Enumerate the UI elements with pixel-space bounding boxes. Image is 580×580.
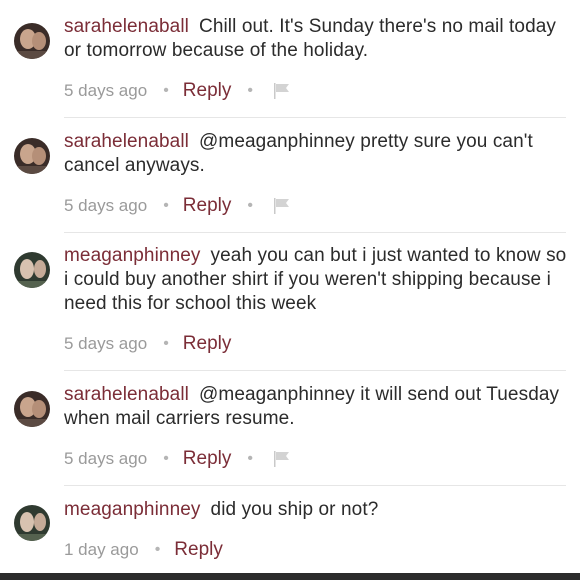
flag-icon[interactable] [273,83,291,99]
flag-icon[interactable] [273,198,291,214]
comment-username[interactable]: sarahelenaball [64,384,189,405]
separator-dot: • [163,450,169,467]
comment-divider [64,485,566,486]
reply-button[interactable]: Reply [183,195,232,217]
user-avatar[interactable] [14,391,50,427]
separator-dot: • [247,197,253,214]
comment-divider [64,117,566,118]
comment-meta: 5 days ago • Reply • [64,194,291,218]
comment-text: did you ship or not? [210,499,379,520]
comment-timestamp: 5 days ago [64,449,148,468]
user-avatar[interactable] [14,23,50,59]
comment-username[interactable]: sarahelenaball [64,16,189,37]
comment-timestamp: 5 days ago [64,334,148,353]
separator-dot: • [154,541,161,558]
comment-body: sarahelenaball Chill out. It's Sunday the… [64,15,570,63]
comment-timestamp: 5 days ago [64,196,148,215]
comment-username[interactable]: meaganphinney [64,245,201,266]
reply-button[interactable]: Reply [174,539,223,561]
separator-dot: • [247,82,253,99]
avatar-image-icon [14,252,50,288]
comment-meta: 5 days ago • Reply [64,332,231,356]
comment-meta: 5 days ago • Reply • [64,447,291,471]
comment-meta: 5 days ago • Reply • [64,79,291,103]
comment-divider [64,370,566,371]
separator-dot: • [163,82,169,99]
reply-button[interactable]: Reply [183,333,232,355]
comment-timestamp: 1 day ago [64,540,139,559]
user-avatar[interactable] [14,505,50,541]
bottom-edge-bar [0,573,580,580]
user-avatar[interactable] [14,252,50,288]
flag-icon[interactable] [273,451,291,467]
avatar-image-icon [14,138,50,174]
separator-dot: • [247,450,253,467]
comment-body: meaganphinney yeah you can but i just wan… [64,244,570,316]
comment-meta: 1 day ago • Reply [64,538,223,562]
comment-username[interactable]: sarahelenaball [64,131,189,152]
comment-username[interactable]: meaganphinney [64,499,201,520]
separator-dot: • [163,335,169,352]
reply-button[interactable]: Reply [183,80,232,102]
comment-body: sarahelenaball @meaganphinney pretty sure… [64,130,570,178]
user-avatar[interactable] [14,138,50,174]
comment-body: meaganphinney did you ship or not? [64,498,570,522]
avatar-image-icon [14,23,50,59]
reply-button[interactable]: Reply [183,448,232,470]
comment-body: sarahelenaball @meaganphinney it will sen… [64,383,570,431]
avatar-image-icon [14,505,50,541]
comment-timestamp: 5 days ago [64,81,148,100]
avatar-image-icon [14,391,50,427]
comment-divider [64,232,566,233]
separator-dot: • [163,197,169,214]
